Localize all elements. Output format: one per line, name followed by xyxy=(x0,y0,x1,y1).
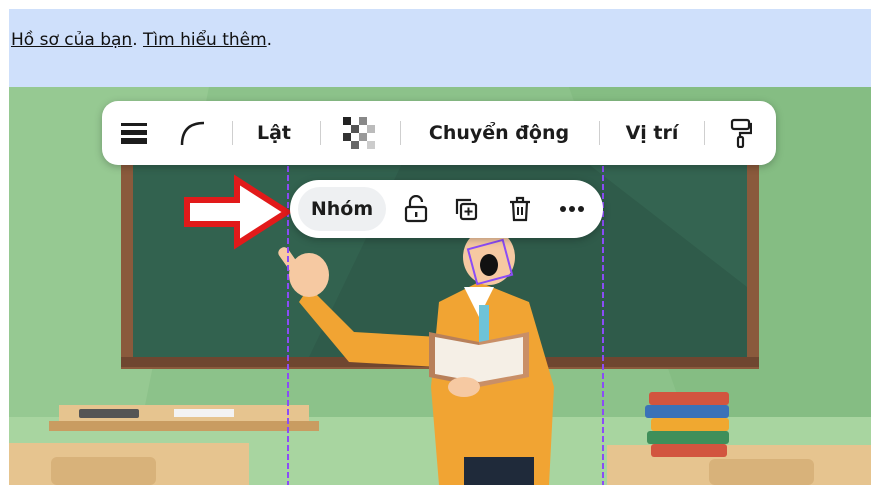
animate-button[interactable]: Chuyển động xyxy=(414,101,584,165)
banner-end: . xyxy=(266,30,273,50)
separator xyxy=(400,121,401,145)
profile-link[interactable]: Hồ sơ của bạn xyxy=(11,30,132,50)
info-banner: Hồ sơ của bạn. Tìm hiểu thêm. xyxy=(9,9,871,87)
corner-radius-icon xyxy=(180,121,205,146)
flip-button[interactable]: Lật xyxy=(248,101,300,165)
teacher-mouth xyxy=(480,254,498,276)
more-options-button[interactable] xyxy=(552,180,592,238)
line-weight-icon xyxy=(121,123,147,144)
border-style-button[interactable] xyxy=(112,101,156,165)
element-toolbar: Lật Chuyển động Vị trí xyxy=(102,101,776,165)
delete-button[interactable] xyxy=(502,180,538,238)
separator xyxy=(599,121,600,145)
group-button[interactable]: Nhóm xyxy=(298,187,386,231)
banner-text: Hồ sơ của bạn. Tìm hiểu thêm. xyxy=(11,30,272,50)
transparency-icon xyxy=(343,117,375,149)
lock-button[interactable] xyxy=(398,180,434,238)
learn-more-link[interactable]: Tìm hiểu thêm xyxy=(143,30,267,50)
element-context-menu: Nhóm xyxy=(290,180,603,238)
trash-icon xyxy=(510,196,530,222)
unlock-icon xyxy=(404,195,428,223)
more-horizontal-icon xyxy=(560,206,584,212)
copy-style-button[interactable] xyxy=(718,101,764,165)
banner-separator: . xyxy=(132,30,138,50)
separator xyxy=(232,121,233,145)
paint-roller-icon xyxy=(730,118,752,148)
separator xyxy=(704,121,705,145)
transparency-button[interactable] xyxy=(334,101,384,165)
position-button[interactable]: Vị trí xyxy=(612,101,692,165)
separator xyxy=(320,121,321,145)
duplicate-button[interactable] xyxy=(448,180,484,238)
corner-rounding-button[interactable] xyxy=(170,101,214,165)
duplicate-icon xyxy=(455,198,478,221)
